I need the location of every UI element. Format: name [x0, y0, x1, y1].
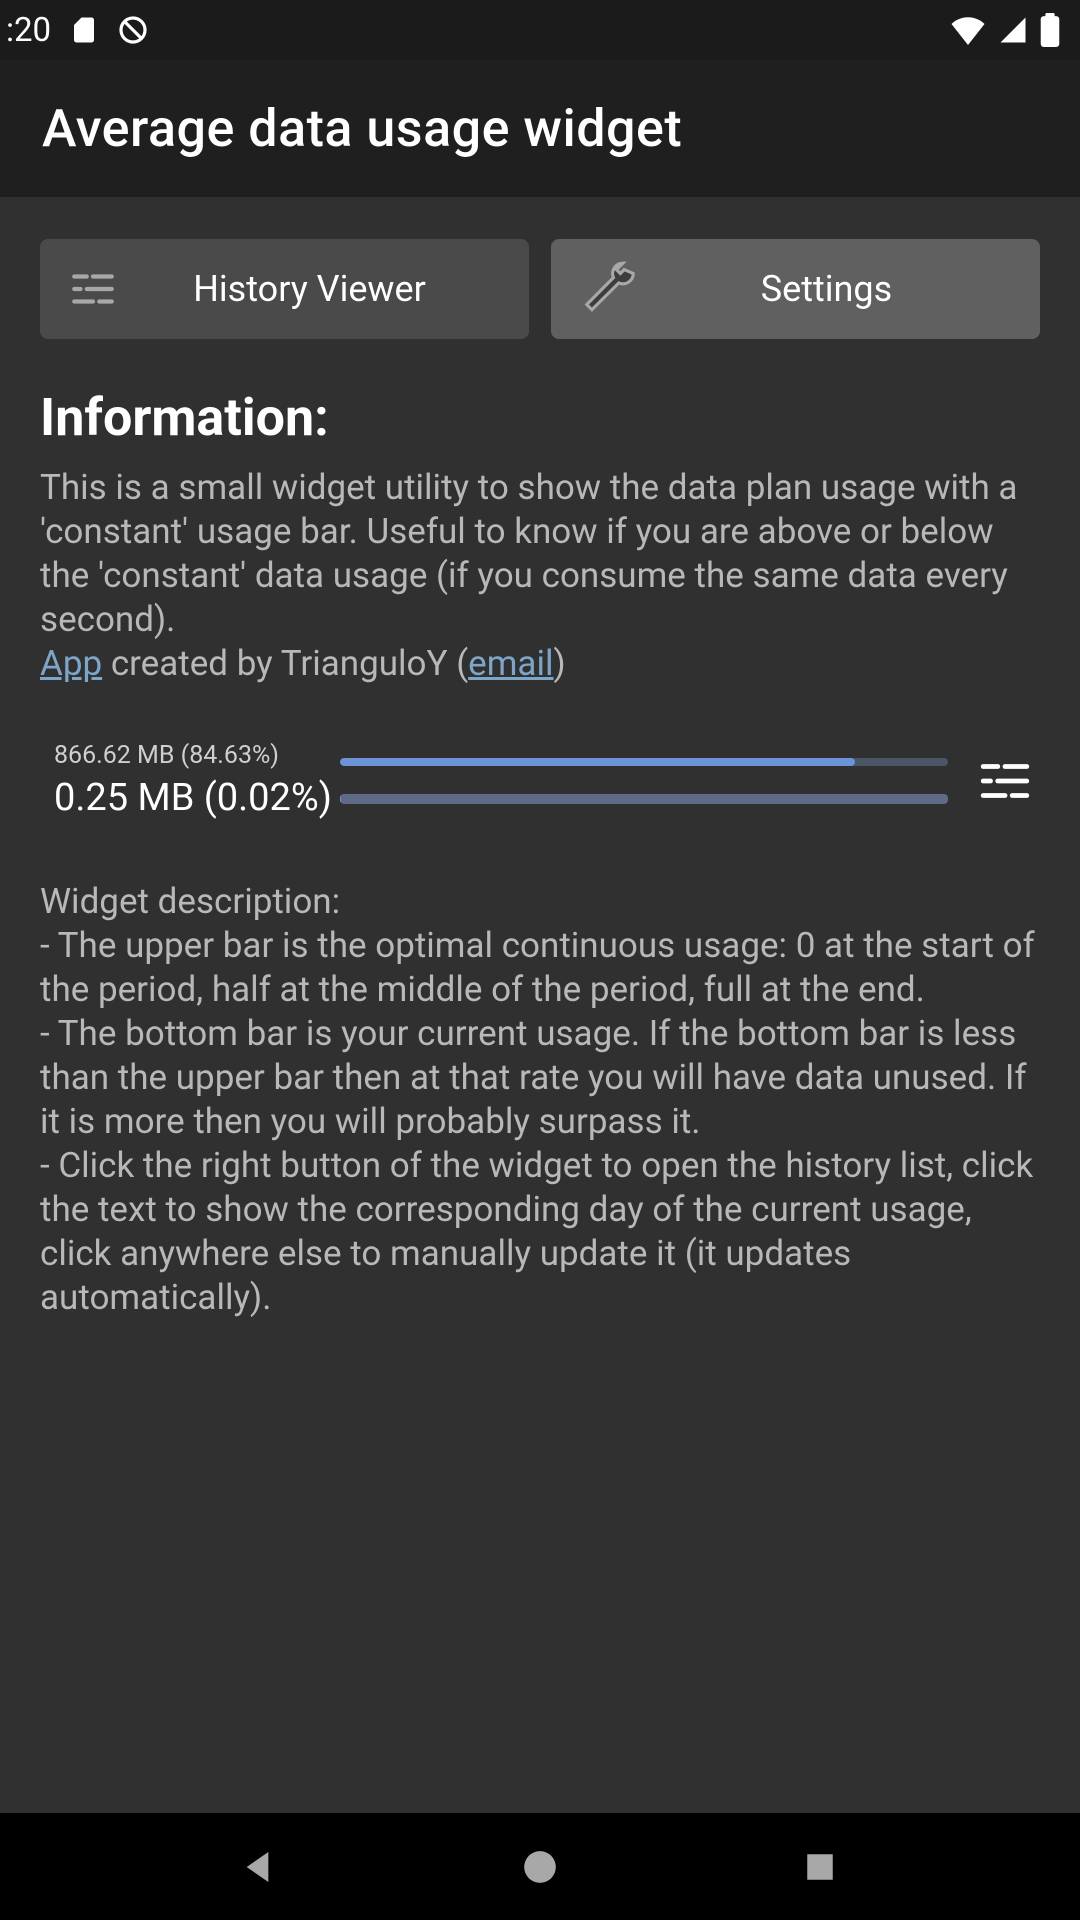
- widget-history-button[interactable]: [970, 746, 1040, 816]
- history-list-icon: [976, 752, 1034, 810]
- sd-card-icon: [69, 15, 99, 45]
- home-button[interactable]: [510, 1837, 570, 1897]
- widget-description: Widget description: - The upper bar is t…: [40, 880, 1040, 1320]
- content-area: History Viewer Settings Information: Thi…: [0, 197, 1080, 1320]
- widget-description-bullet-1: - The upper bar is the optimal continuou…: [40, 924, 1040, 1012]
- widget-current-text: 0.25 MB (0.02%): [54, 776, 332, 820]
- android-status-bar: :20: [0, 0, 1080, 60]
- back-icon: [240, 1847, 280, 1887]
- widget-text-area[interactable]: 866.62 MB (84.63%) 0.25 MB (0.02%): [40, 741, 340, 820]
- widget-optimal-bar-fill: [340, 758, 855, 766]
- widget-description-heading: Widget description:: [40, 880, 1040, 924]
- battery-icon: [1040, 13, 1060, 47]
- history-viewer-button[interactable]: History Viewer: [40, 239, 529, 339]
- widget-current-bar: [340, 794, 948, 804]
- widget-bars: [340, 758, 948, 804]
- settings-button[interactable]: Settings: [551, 239, 1040, 339]
- widget-description-bullet-3: - Click the right button of the widget t…: [40, 1144, 1040, 1320]
- widget-optimal-bar: [340, 758, 948, 766]
- history-icon: [68, 264, 118, 314]
- back-button[interactable]: [230, 1837, 290, 1897]
- widget-optimal-text: 866.62 MB (84.63%): [54, 741, 279, 770]
- app-bar: Average data usage widget: [0, 60, 1080, 197]
- widget-preview[interactable]: 866.62 MB (84.63%) 0.25 MB (0.02%): [40, 741, 1040, 820]
- top-button-row: History Viewer Settings: [40, 197, 1040, 387]
- app-link[interactable]: App: [40, 643, 102, 684]
- email-link[interactable]: email: [468, 643, 553, 684]
- status-left: :20: [6, 11, 149, 50]
- wifi-icon: [950, 15, 986, 45]
- history-viewer-label: History Viewer: [118, 268, 529, 310]
- wrench-icon: [579, 258, 641, 320]
- clock-text: :20: [6, 11, 51, 50]
- do-not-disturb-icon: [117, 14, 149, 46]
- information-body: This is a small widget utility to show t…: [40, 466, 1040, 686]
- widget-description-bullet-2: - The bottom bar is your current usage. …: [40, 1012, 1040, 1144]
- created-by-post: ): [553, 643, 565, 684]
- information-heading: Information:: [40, 387, 1040, 448]
- status-right: [950, 13, 1060, 47]
- recents-icon: [803, 1850, 837, 1884]
- page-title: Average data usage widget: [42, 98, 682, 159]
- cell-signal-icon: [998, 15, 1028, 45]
- recents-button[interactable]: [790, 1837, 850, 1897]
- created-by-mid: created by TrianguloY (: [102, 643, 468, 684]
- settings-label: Settings: [641, 268, 1040, 310]
- information-body-text: This is a small widget utility to show t…: [40, 467, 1017, 640]
- home-icon: [521, 1848, 559, 1886]
- android-nav-bar: [0, 1813, 1080, 1920]
